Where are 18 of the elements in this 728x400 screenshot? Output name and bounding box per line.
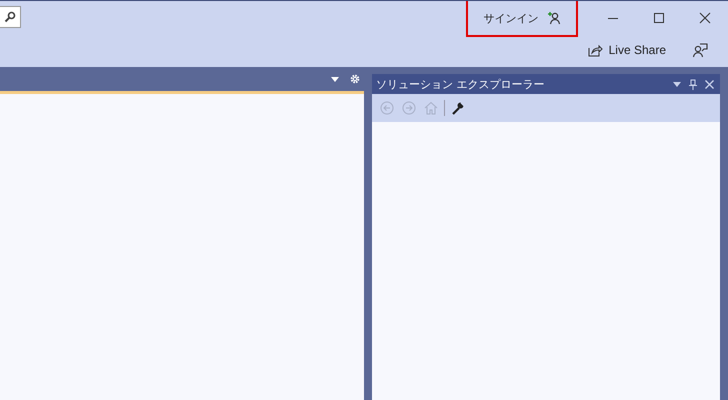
settings-button[interactable] xyxy=(348,72,362,86)
caret-icon xyxy=(331,76,339,82)
feedback-icon xyxy=(692,42,708,58)
close-icon xyxy=(704,80,714,88)
close-button[interactable] xyxy=(702,77,716,91)
caret-icon xyxy=(673,82,681,86)
search-icon xyxy=(4,11,16,23)
search-field[interactable] xyxy=(0,6,21,28)
panel-title: ソリューション エクスプローラー xyxy=(376,76,544,92)
pin-icon xyxy=(689,78,697,90)
close-icon xyxy=(699,12,711,24)
share-icon xyxy=(588,43,603,57)
live-share-button[interactable]: Live Share xyxy=(584,39,670,61)
maximize-icon xyxy=(653,12,665,24)
sign-in-button[interactable]: サインイン xyxy=(466,1,578,37)
add-user-icon xyxy=(546,11,560,25)
settings-icon xyxy=(350,74,360,84)
pin-button[interactable] xyxy=(686,77,700,91)
